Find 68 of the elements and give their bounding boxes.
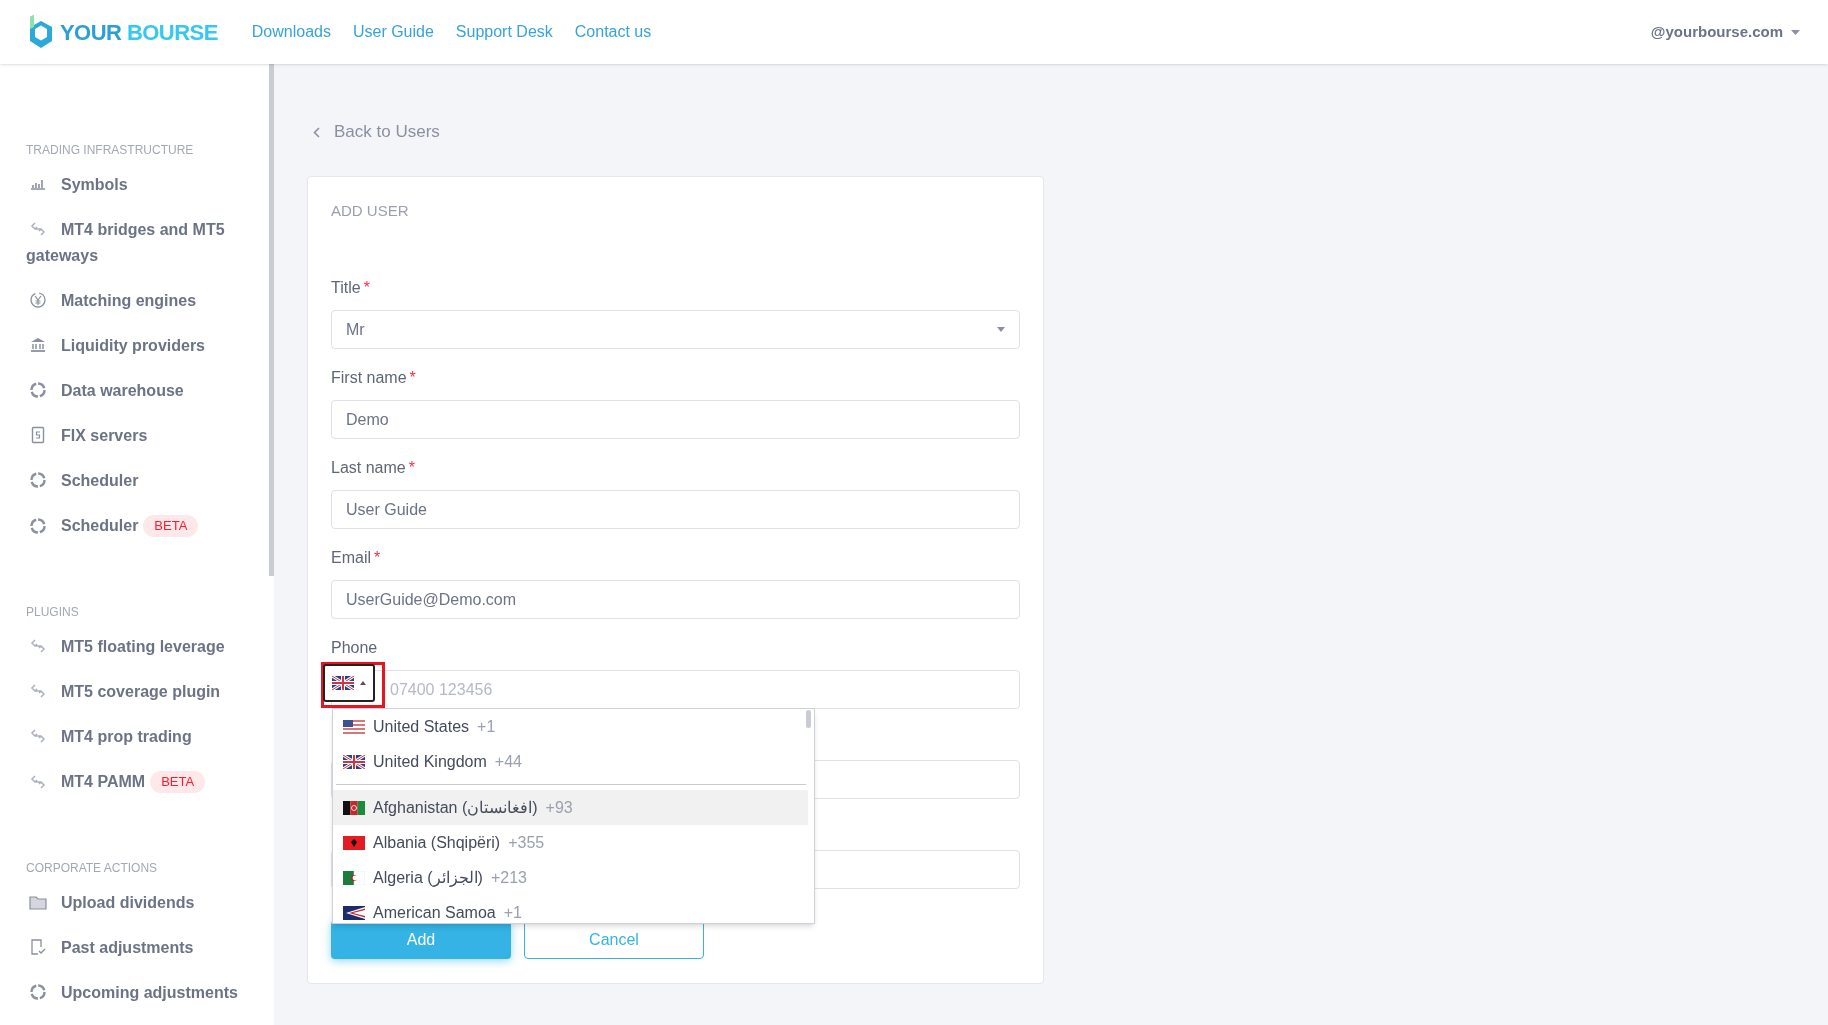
- ring-icon: [29, 982, 47, 1001]
- sidebar-item[interactable]: MT4 bridges and MT5 gateways: [26, 207, 256, 278]
- link-icon: [29, 726, 47, 745]
- flag-icon: [343, 800, 365, 815]
- nav-link[interactable]: User Guide: [352, 20, 434, 44]
- sidebar-item[interactable]: MT4 prop trading: [26, 714, 256, 759]
- sidebar-item[interactable]: Data warehouse: [26, 368, 256, 413]
- country-option[interactable]: United States +1: [333, 709, 808, 744]
- input-field[interactable]: Demo: [331, 400, 1020, 439]
- flag-icon: [343, 719, 365, 734]
- country-option[interactable]: American Samoa +1: [333, 895, 808, 923]
- input-field[interactable]: UserGuide@Demo.com: [331, 580, 1020, 619]
- field-label: First name *: [331, 368, 416, 388]
- caret-icon: [1791, 29, 1800, 35]
- yen-coin-icon: [29, 290, 47, 309]
- link-icon: [29, 636, 47, 655]
- title-select[interactable]: Mr: [331, 310, 1020, 349]
- logo-icon: [28, 15, 54, 49]
- section-heading: CORPORATE ACTIONS: [26, 860, 159, 876]
- sidebar-item[interactable]: Scheduler: [26, 458, 256, 503]
- sidebar-item[interactable]: Past adjustments: [26, 925, 256, 970]
- flag-icon: [343, 754, 365, 769]
- scrollbar[interactable]: [269, 64, 274, 576]
- section-heading: PLUGINS: [26, 604, 80, 620]
- sidebar-item[interactable]: Scheduler BETA: [26, 503, 256, 548]
- section-heading: TRADING INFRASTRUCTURE: [26, 142, 195, 158]
- sidebar-item[interactable]: Liquidity providers: [26, 323, 256, 368]
- field-label: Phone: [331, 638, 378, 658]
- chevron-left-icon: [313, 126, 320, 138]
- country-flag-button[interactable]: [323, 664, 375, 702]
- flag-icon: [343, 905, 365, 920]
- sidebar-item[interactable]: Upload dividends: [26, 880, 256, 925]
- link-icon: [29, 772, 47, 791]
- account-menu[interactable]: @yourbourse.com: [1650, 20, 1783, 44]
- ring-icon: [29, 516, 47, 535]
- sidebar-item[interactable]: MT5 floating leverage: [26, 624, 256, 669]
- caret-icon: [360, 681, 366, 685]
- document-check-icon: [29, 937, 47, 956]
- form-title: ADD USER: [331, 202, 410, 220]
- nav-link[interactable]: Downloads: [251, 20, 331, 44]
- sidebar-item[interactable]: FIX servers: [26, 413, 256, 458]
- document-icon: [29, 425, 47, 444]
- field-label: Title *: [331, 278, 370, 298]
- sidebar-item[interactable]: MT5 coverage plugin: [26, 669, 256, 714]
- ring-icon: [29, 380, 47, 399]
- sidebar-item[interactable]: Matching engines: [26, 278, 256, 323]
- field-label: Email *: [331, 548, 381, 568]
- field-label: Last name *: [331, 458, 415, 478]
- scrollbar[interactable]: [806, 710, 811, 728]
- beta-badge: BETA: [150, 770, 206, 793]
- logo-text: YOUR BOURSE: [60, 18, 218, 47]
- caret-icon: [997, 327, 1005, 332]
- nav-link[interactable]: Support Desk: [455, 20, 553, 44]
- back-link[interactable]: Back to Users: [313, 120, 1044, 144]
- input-field[interactable]: User Guide: [331, 490, 1020, 529]
- ring-icon: [29, 470, 47, 489]
- nav-link[interactable]: Contact us: [574, 20, 652, 44]
- sidebar-item[interactable]: MT4 PAMM BETA: [26, 759, 256, 804]
- sidebar-item[interactable]: Symbols: [26, 162, 256, 207]
- flag-icon: [332, 676, 354, 690]
- beta-badge: BETA: [143, 514, 199, 537]
- link-icon: [29, 681, 47, 700]
- sidebar-item[interactable]: Upcoming adjustments: [26, 970, 256, 1015]
- add-button[interactable]: Add: [331, 921, 511, 959]
- flag-icon: [343, 835, 365, 850]
- bank-icon: [29, 335, 47, 354]
- flag-icon: [343, 870, 365, 885]
- link-icon: [29, 219, 47, 238]
